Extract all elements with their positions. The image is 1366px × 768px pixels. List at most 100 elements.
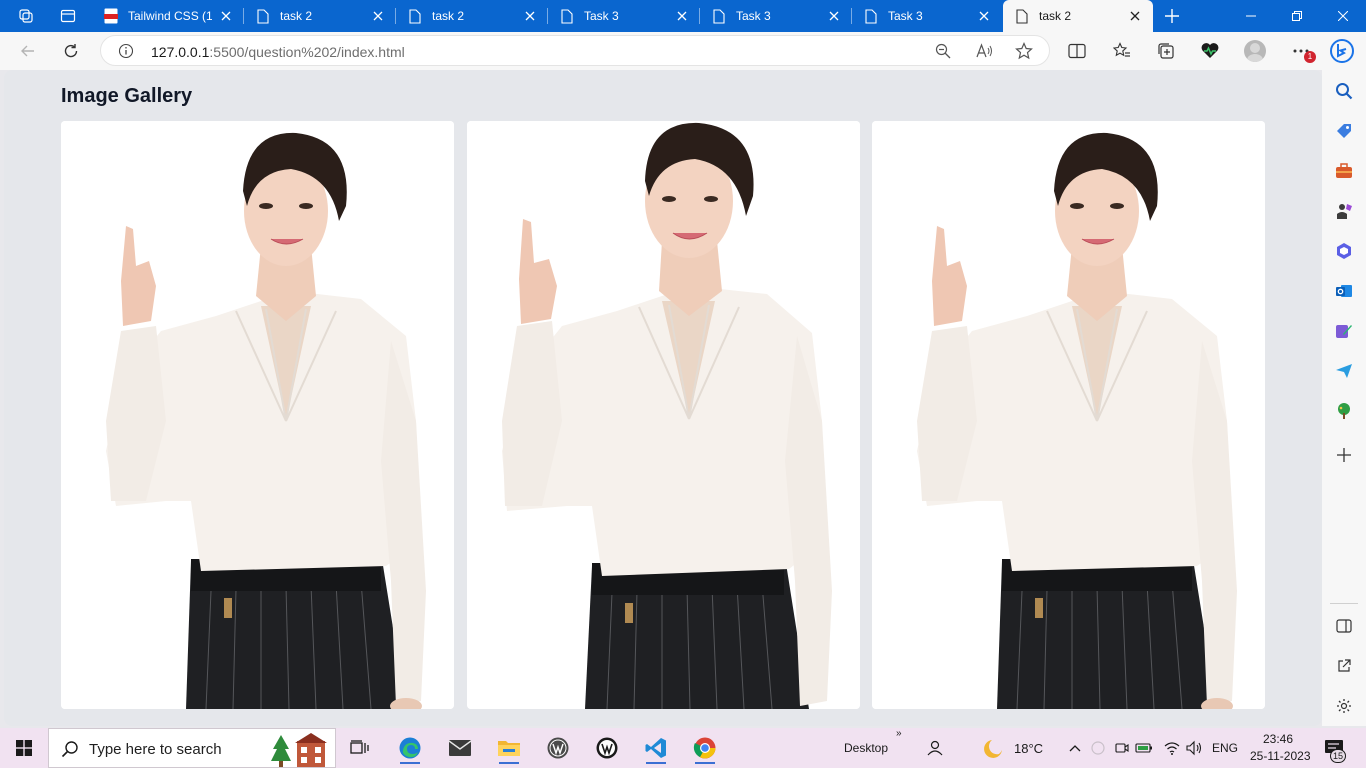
workspaces-icon[interactable] (12, 4, 40, 28)
zoom-out-icon[interactable] (935, 43, 951, 64)
tab-label: task 2 (280, 9, 313, 23)
search-icon[interactable] (1332, 79, 1356, 103)
browser-tab-active[interactable]: task 2 (1003, 0, 1153, 32)
weather-temp[interactable]: 18°C (1014, 741, 1043, 756)
close-icon[interactable] (218, 8, 234, 24)
info-icon[interactable] (118, 43, 134, 64)
browser-tab[interactable]: Task 3 (852, 0, 1002, 32)
edge-sidebar (1322, 70, 1366, 726)
collections-icon[interactable] (1152, 37, 1180, 65)
outlook-icon[interactable] (1332, 279, 1356, 303)
page-icon (1015, 8, 1029, 24)
people-icon[interactable] (919, 732, 951, 764)
browser-tab[interactable]: task 2 (396, 0, 548, 32)
games-icon[interactable] (1332, 199, 1356, 223)
browser-essentials-icon[interactable] (1196, 37, 1224, 65)
tools-icon[interactable] (1332, 159, 1356, 183)
designer-icon[interactable] (1332, 319, 1356, 343)
microsoft-365-icon[interactable] (1332, 239, 1356, 263)
desktop-label[interactable]: Desktop (844, 741, 888, 755)
url-path: :5500/question%202/index.html (209, 44, 405, 60)
settings-gear-icon[interactable] (1332, 694, 1356, 718)
active-indicator (400, 762, 420, 764)
page-icon (712, 8, 726, 24)
browser-toolbar: 127.0.0.1:5500/question%202/index.html 1 (0, 32, 1366, 70)
back-icon[interactable] (14, 37, 42, 65)
chrome-icon[interactable] (689, 732, 721, 764)
browser-tab[interactable]: Tailwind CSS (1). (92, 0, 244, 32)
gallery-image-card[interactable] (872, 121, 1265, 709)
close-icon[interactable] (370, 8, 386, 24)
windows-taskbar: Type here to search Desktop » 18°C ENG 2… (0, 728, 1366, 768)
send-icon[interactable] (1332, 359, 1356, 383)
copilot-icon[interactable] (1328, 37, 1356, 65)
tab-label: Task 3 (888, 9, 923, 23)
wordpress-local-icon[interactable] (591, 732, 623, 764)
tab-label: task 2 (1039, 9, 1072, 23)
split-screen-icon[interactable] (1063, 37, 1091, 65)
gallery-image-card[interactable] (467, 121, 860, 709)
browser-tab[interactable]: task 2 (244, 0, 396, 32)
edge-browser-icon[interactable] (394, 732, 426, 764)
page-icon (408, 8, 422, 24)
page-viewport: Image Gallery (4, 70, 1322, 726)
address-bar[interactable]: 127.0.0.1:5500/question%202/index.html (100, 35, 1050, 66)
mail-icon[interactable] (444, 732, 476, 764)
woman-pointing-photo (61, 121, 454, 709)
search-icon (61, 740, 79, 763)
page-icon (864, 8, 878, 24)
file-explorer-icon[interactable] (493, 732, 525, 764)
hide-sidebar-icon[interactable] (1332, 614, 1356, 638)
task-view-icon[interactable] (344, 732, 376, 764)
tree-icon[interactable] (1332, 399, 1356, 423)
favorite-star-icon[interactable] (1015, 42, 1033, 65)
external-link-icon[interactable] (1332, 654, 1356, 678)
tab-label: Tailwind CSS (1). (128, 9, 212, 23)
window-close-icon[interactable] (1320, 0, 1366, 32)
browser-tab[interactable]: Task 3 (700, 0, 852, 32)
close-icon[interactable] (674, 8, 690, 24)
clock-time[interactable]: 23:46 (1263, 732, 1293, 746)
restore-icon[interactable] (1274, 0, 1320, 32)
notification-badge: 1 (1304, 51, 1316, 63)
gallery-image-card[interactable] (61, 121, 454, 709)
minimize-icon[interactable] (1228, 0, 1274, 32)
read-aloud-icon[interactable] (976, 43, 994, 64)
search-highlight-icon (269, 733, 329, 768)
toolbar-chevron[interactable]: » (896, 728, 902, 739)
wordpress-icon[interactable] (542, 732, 574, 764)
close-icon[interactable] (522, 8, 538, 24)
active-indicator (499, 762, 519, 764)
new-tab-icon[interactable] (1158, 4, 1186, 28)
add-icon[interactable] (1332, 443, 1356, 467)
clock-date[interactable]: 25-11-2023 (1250, 749, 1311, 763)
shopping-tag-icon[interactable] (1332, 119, 1356, 143)
close-icon[interactable] (1127, 8, 1143, 24)
sidebar-divider (1330, 603, 1358, 604)
weather-moon-icon[interactable] (978, 732, 1010, 764)
volume-icon[interactable] (1178, 732, 1210, 764)
close-icon[interactable] (976, 8, 992, 24)
close-icon[interactable] (826, 8, 842, 24)
taskbar-search[interactable]: Type here to search (48, 728, 336, 768)
notification-center-icon[interactable]: 15 (1318, 732, 1350, 764)
pdf-icon (104, 8, 118, 24)
favorites-icon[interactable] (1108, 37, 1136, 65)
tab-label: Task 3 (736, 9, 771, 23)
tab-actions-icon[interactable] (54, 4, 82, 28)
browser-tab[interactable]: Task 3 (548, 0, 700, 32)
url-host: 127.0.0.1 (151, 44, 210, 60)
language-indicator[interactable]: ENG (1212, 741, 1238, 755)
page-icon (560, 8, 574, 24)
profile-avatar[interactable] (1244, 40, 1266, 62)
notification-count-badge: 15 (1330, 749, 1346, 763)
windows-start-icon[interactable] (8, 732, 40, 764)
page-title: Image Gallery (61, 85, 193, 107)
search-placeholder: Type here to search (89, 741, 222, 758)
woman-pointing-photo (872, 121, 1265, 709)
url-text[interactable]: 127.0.0.1:5500/question%202/index.html (151, 44, 405, 60)
refresh-icon[interactable] (57, 37, 85, 65)
tab-strip: Tailwind CSS (1). task 2 task 2 Task 3 T… (0, 0, 1366, 32)
vscode-icon[interactable] (640, 732, 672, 764)
more-options-icon[interactable]: 1 (1287, 37, 1316, 65)
